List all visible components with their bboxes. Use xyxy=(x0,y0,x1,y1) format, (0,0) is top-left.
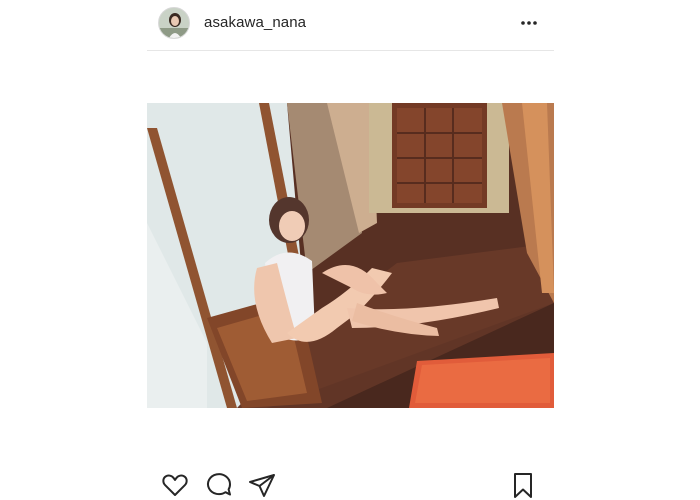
heart-outline-icon[interactable] xyxy=(160,470,190,500)
post-header: asakawa_nana xyxy=(147,0,554,51)
bookmark-outline-icon[interactable] xyxy=(508,470,538,500)
paper-plane-icon[interactable] xyxy=(247,470,277,500)
username[interactable]: asakawa_nana xyxy=(204,14,306,31)
post-photo[interactable] xyxy=(147,103,554,408)
instagram-post: asakawa_nana xyxy=(0,0,700,500)
post-actions xyxy=(147,468,554,500)
avatar[interactable] xyxy=(158,7,190,39)
comment-bubble-icon[interactable] xyxy=(204,470,234,500)
more-options-icon[interactable] xyxy=(519,14,539,32)
